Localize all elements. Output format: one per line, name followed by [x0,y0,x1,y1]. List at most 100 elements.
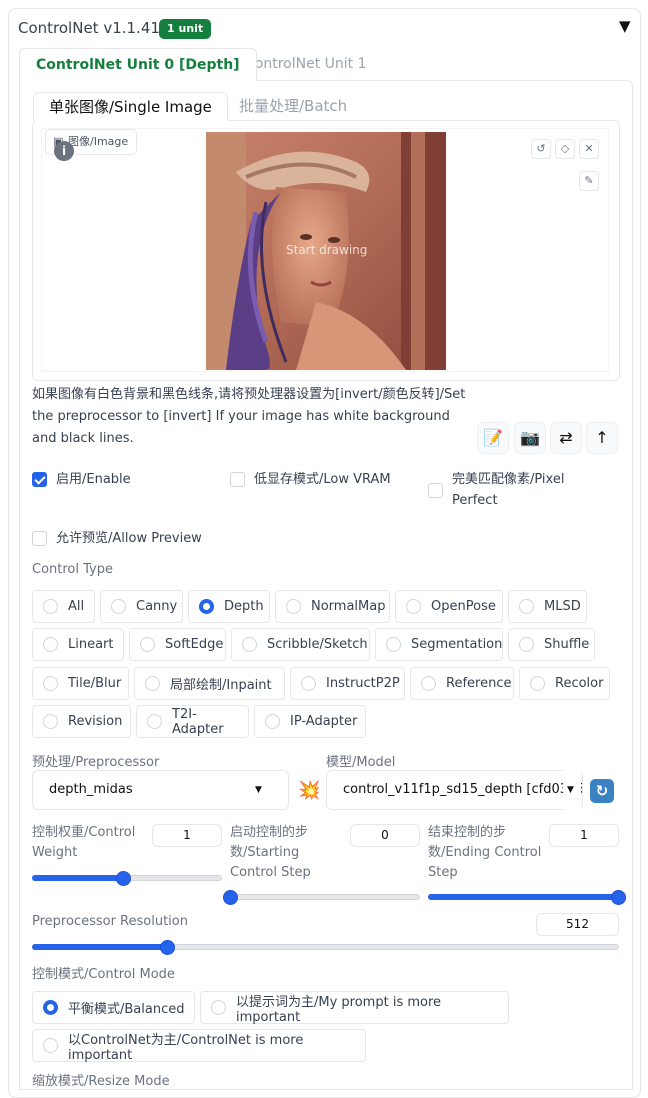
radio-dot[interactable] [301,676,316,691]
start-drawing-hint: Start drawing [286,243,368,257]
control-type-recolor[interactable]: Recolor [519,667,610,700]
radio-label: Lineart [68,637,114,652]
radio-dot[interactable] [519,599,534,614]
radio-label: 局部绘制/Inpaint [170,678,272,693]
refresh-icon[interactable]: ↻ [590,779,614,803]
triangle-down-icon[interactable]: ▼ [619,17,631,35]
preprocessor-resolution-thumb[interactable] [160,940,175,955]
tab-single-image[interactable]: 单张图像/Single Image [33,92,228,121]
radio-dot[interactable] [406,599,421,614]
control-type-ip-adapter[interactable]: IP-Adapter [254,705,366,738]
tab-batch[interactable]: 批量处理/Batch [224,92,362,120]
tab-unit-0-front[interactable]: ControlNet Unit 0 [Depth] [19,48,257,81]
allow-preview-label: 允许预览/Allow Preview [56,531,202,546]
radio-dot[interactable] [386,637,401,652]
control-type-tile-blur[interactable]: Tile/Blur [32,667,129,700]
starting-step-input[interactable]: 0 [350,824,420,847]
control-type-t2i-adapter[interactable]: T2I-Adapter [136,705,249,738]
camera-icon[interactable]: 📷 [514,422,546,454]
control-type-segmentation[interactable]: Segmentation [375,628,503,661]
control-type-canny[interactable]: Canny [100,590,183,623]
radio-dot[interactable] [111,599,126,614]
control-type-reference[interactable]: Reference [410,667,514,700]
radio-dot[interactable] [43,676,58,691]
brush-icon[interactable]: ✎ [579,171,599,191]
edit-icon[interactable]: 📝 [477,422,509,454]
preprocessor-resolution-input[interactable]: 512 [536,913,619,936]
control-type-scribble[interactable]: Scribble/Sketch [231,628,370,661]
invert-hint-text: 如果图像有白色背景和黑色线条,请将预处理器设置为[invert/颜色反转]/Se… [32,387,466,446]
radio-dot[interactable] [145,676,160,691]
radio-label: Canny [136,599,178,614]
ending-step-thumb[interactable] [611,890,626,905]
undo-icon[interactable]: ↺ [531,139,551,159]
radio-dot-selected[interactable] [199,599,214,614]
pixel-perfect-check-box[interactable] [428,483,443,498]
radio-label: Tile/Blur [68,676,122,691]
explosion-icon[interactable]: 💥 [298,780,320,801]
radio-dot[interactable] [421,676,436,691]
control-type-label: Control Type [32,562,113,577]
radio-label: 以ControlNet为主/ControlNet is more importa… [68,1032,304,1063]
preprocessor-select[interactable]: depth_midas ▼ [32,770,289,810]
ending-step-label: 结束控制的步数/Ending Control Step [428,825,542,880]
model-select[interactable]: control_v11f1p_sd15_depth [cfd03158] [326,770,583,810]
starting-step-thumb[interactable] [223,890,238,905]
radio-dot[interactable] [519,637,534,652]
control-type-inpaint[interactable]: 局部绘制/Inpaint [134,667,285,700]
radio-dot[interactable] [242,637,257,652]
unit-count-badge: 1 unit [159,19,212,39]
starting-step-slider[interactable] [230,894,420,900]
pixel-perfect-label: 完美匹配像素/Pixel Perfect [452,472,565,508]
control-type-lineart[interactable]: Lineart [32,628,124,661]
control-mode-controlnet[interactable]: 以ControlNet为主/ControlNet is more importa… [32,1029,366,1063]
panel-title[interactable]: ControlNet v1.1.410 [18,19,169,37]
preprocessor-resolution-fill [32,944,167,950]
preprocessor-resolution-label: Preprocessor Resolution [32,914,188,929]
enable-checkbox[interactable]: 启用/Enable [32,469,131,490]
control-type-instructp2p[interactable]: InstructP2P [290,667,405,700]
eraser-icon[interactable]: ◇ [555,139,575,159]
control-type-depth[interactable]: Depth [188,590,270,623]
radio-dot[interactable] [43,599,58,614]
preprocessor-value: depth_midas [49,782,133,797]
control-mode-balanced[interactable]: 平衡模式/Balanced [32,991,195,1024]
radio-dot[interactable] [530,676,545,691]
control-type-all[interactable]: All [32,590,95,623]
allow-preview-check-box[interactable] [32,531,47,546]
radio-dot[interactable] [43,637,58,652]
radio-dot[interactable] [265,714,280,729]
swap-icon[interactable]: ⇄ [550,422,582,454]
control-type-openpose[interactable]: OpenPose [395,590,503,623]
ending-step-input[interactable]: 1 [549,824,619,847]
radio-label: T2I-Adapter [172,706,224,737]
low-vram-check-box[interactable] [230,472,245,487]
radio-dot[interactable] [140,637,155,652]
low-vram-label: 低显存模式/Low VRAM [254,472,391,487]
radio-dot-selected[interactable] [43,1000,58,1015]
control-type-shuffle[interactable]: Shuffle [508,628,595,661]
radio-dot[interactable] [43,714,58,729]
radio-label: Reference [446,676,512,691]
control-type-normalmap[interactable]: NormalMap [275,590,390,623]
control-weight-input[interactable]: 1 [152,824,222,847]
radio-dot[interactable] [211,1000,226,1015]
control-type-mlsd[interactable]: MLSD [508,590,587,623]
radio-dot[interactable] [43,1038,58,1053]
radio-label: 以提示词为主/My prompt is more important [236,994,442,1025]
radio-dot[interactable] [147,714,162,729]
enable-check-box[interactable] [32,472,47,487]
radio-label: Shuffle [544,637,590,652]
allow-preview-checkbox[interactable]: 允许预览/Allow Preview [32,528,202,549]
pixel-perfect-checkbox[interactable]: 完美匹配像素/Pixel Perfect [428,469,588,511]
upload-icon[interactable]: ↑ [586,422,618,454]
control-type-revision[interactable]: Revision [32,705,131,738]
close-icon[interactable]: ✕ [579,139,599,159]
radio-label: All [68,599,85,614]
radio-label: IP-Adapter [290,714,358,729]
control-type-softedge[interactable]: SoftEdge [129,628,226,661]
radio-dot[interactable] [286,599,301,614]
starting-step-label: 启动控制的步数/Starting Control Step [230,825,311,880]
low-vram-checkbox[interactable]: 低显存模式/Low VRAM [230,469,391,490]
control-mode-prompt[interactable]: 以提示词为主/My prompt is more important [200,991,509,1025]
